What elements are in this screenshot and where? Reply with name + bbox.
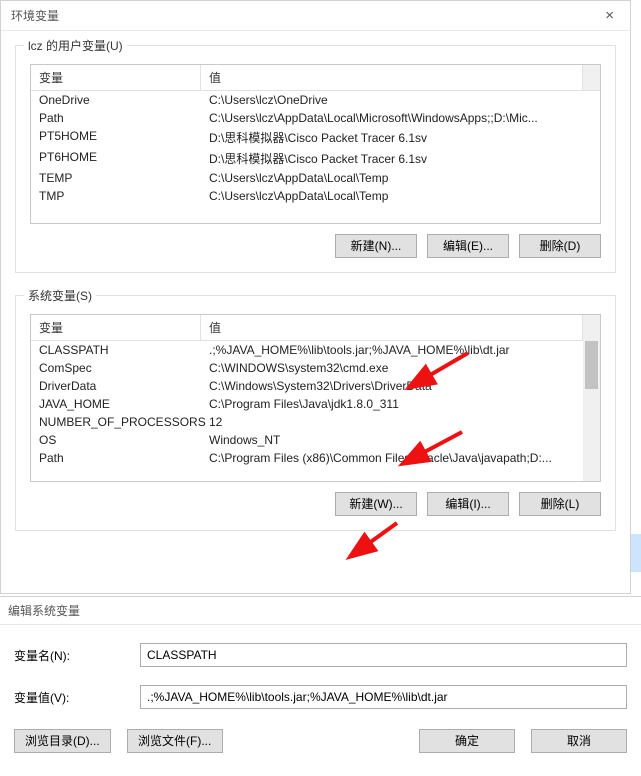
value-label: 变量值(V): (14, 689, 126, 706)
scrollbar-thumb[interactable] (585, 341, 598, 389)
user-group-label: lcz 的用户变量(U) (24, 37, 127, 54)
table-row[interactable]: OneDriveC:\Users\lcz\OneDrive (31, 91, 600, 109)
var-value-cell: C:\Users\lcz\AppData\Local\Temp (209, 171, 592, 185)
sys-vars-group: 系统变量(S) 变量 值 CLASSPATH.;%JAVA_HOME%\lib\… (15, 295, 616, 531)
browse-file-button[interactable]: 浏览文件(F)... (127, 729, 223, 753)
var-name-cell: PT5HOME (39, 129, 209, 146)
var-value-cell: 12 (209, 415, 592, 429)
table-header: 变量 值 (31, 315, 600, 341)
dialog-title: 环境变量 (11, 1, 59, 31)
var-name-input[interactable] (140, 643, 627, 667)
col-header-name[interactable]: 变量 (31, 65, 201, 90)
var-name-cell: Path (39, 451, 209, 465)
var-name-cell: TMP (39, 189, 209, 203)
table-row[interactable]: OSWindows_NT (31, 431, 600, 449)
var-name-cell: PT6HOME (39, 150, 209, 167)
var-value-cell: C:\Windows\System32\Drivers\DriverData (209, 379, 592, 393)
value-row: 变量值(V): (14, 685, 627, 709)
user-vars-group: lcz 的用户变量(U) 变量 值 OneDriveC:\Users\lcz\O… (15, 45, 616, 273)
var-value-cell: C:\WINDOWS\system32\cmd.exe (209, 361, 592, 375)
var-name-cell: OneDrive (39, 93, 209, 107)
name-row: 变量名(N): (14, 643, 627, 667)
user-vars-table[interactable]: 变量 值 OneDriveC:\Users\lcz\OneDrivePathC:… (30, 64, 601, 224)
var-name-cell: CLASSPATH (39, 343, 209, 357)
name-label: 变量名(N): (14, 647, 126, 664)
var-value-cell: .;%JAVA_HOME%\lib\tools.jar;%JAVA_HOME%\… (209, 343, 592, 357)
table-row[interactable]: PathC:\Users\lcz\AppData\Local\Microsoft… (31, 109, 600, 127)
table-row[interactable]: TMPC:\Users\lcz\AppData\Local\Temp (31, 187, 600, 205)
table-row[interactable]: ComSpecC:\WINDOWS\system32\cmd.exe (31, 359, 600, 377)
var-name-cell: TEMP (39, 171, 209, 185)
user-button-row: 新建(N)... 编辑(E)... 删除(D) (30, 234, 601, 258)
var-name-cell: ComSpec (39, 361, 209, 375)
var-value-cell: Windows_NT (209, 433, 592, 447)
sys-group-label: 系统变量(S) (24, 287, 96, 304)
user-new-button[interactable]: 新建(N)... (335, 234, 417, 258)
scroll-gutter (583, 65, 600, 90)
col-header-name[interactable]: 变量 (31, 315, 201, 340)
var-value-cell: C:\Users\lcz\AppData\Local\Microsoft\Win… (209, 111, 592, 125)
ok-button[interactable]: 确定 (419, 729, 515, 753)
sys-button-row: 新建(W)... 编辑(I)... 删除(L) (30, 492, 601, 516)
var-value-cell: D:\思科模拟器\Cisco Packet Tracer 6.1sv (209, 150, 592, 167)
var-name-cell: JAVA_HOME (39, 397, 209, 411)
table-row[interactable]: JAVA_HOMEC:\Program Files\Java\jdk1.8.0_… (31, 395, 600, 413)
table-header: 变量 值 (31, 65, 600, 91)
table-row[interactable]: CLASSPATH.;%JAVA_HOME%\lib\tools.jar;%JA… (31, 341, 600, 359)
dialog2-button-row: 浏览目录(D)... 浏览文件(F)... 确定 取消 (14, 729, 627, 753)
dialog2-title: 编辑系统变量 (0, 597, 641, 625)
col-header-value[interactable]: 值 (201, 315, 583, 340)
table-row[interactable]: PT5HOMED:\思科模拟器\Cisco Packet Tracer 6.1s… (31, 127, 600, 148)
browse-dir-button[interactable]: 浏览目录(D)... (14, 729, 111, 753)
var-value-cell: C:\Users\lcz\OneDrive (209, 93, 592, 107)
var-name-cell: NUMBER_OF_PROCESSORS (39, 415, 209, 429)
table-row[interactable]: DriverDataC:\Windows\System32\Drivers\Dr… (31, 377, 600, 395)
var-value-cell: C:\Program Files (x86)\Common Files\Orac… (209, 451, 592, 465)
sys-vars-body: CLASSPATH.;%JAVA_HOME%\lib\tools.jar;%JA… (31, 341, 600, 467)
user-edit-button[interactable]: 编辑(E)... (427, 234, 509, 258)
user-vars-body: OneDriveC:\Users\lcz\OneDrivePathC:\User… (31, 91, 600, 205)
var-name-cell: DriverData (39, 379, 209, 393)
table-row[interactable]: NUMBER_OF_PROCESSORS12 (31, 413, 600, 431)
var-name-cell: Path (39, 111, 209, 125)
col-header-value[interactable]: 值 (201, 65, 583, 90)
sys-vars-table[interactable]: 变量 值 CLASSPATH.;%JAVA_HOME%\lib\tools.ja… (30, 314, 601, 482)
table-row[interactable]: PT6HOMED:\思科模拟器\Cisco Packet Tracer 6.1s… (31, 148, 600, 169)
var-value-cell: C:\Users\lcz\AppData\Local\Temp (209, 189, 592, 203)
table-row[interactable]: TEMPC:\Users\lcz\AppData\Local\Temp (31, 169, 600, 187)
vertical-scrollbar[interactable] (583, 337, 600, 481)
env-vars-dialog: 环境变量 × lcz 的用户变量(U) 变量 值 OneDriveC:\User… (0, 0, 631, 594)
close-icon[interactable]: × (599, 1, 620, 31)
sys-delete-button[interactable]: 删除(L) (519, 492, 601, 516)
edit-sysvar-dialog: 编辑系统变量 变量名(N): 变量值(V): 浏览目录(D)... 浏览文件(F… (0, 596, 641, 767)
var-value-cell: D:\思科模拟器\Cisco Packet Tracer 6.1sv (209, 129, 592, 146)
sys-edit-button[interactable]: 编辑(I)... (427, 492, 509, 516)
user-delete-button[interactable]: 删除(D) (519, 234, 601, 258)
sys-new-button[interactable]: 新建(W)... (335, 492, 417, 516)
dialog-title-bar: 环境变量 × (1, 1, 630, 31)
var-value-cell: C:\Program Files\Java\jdk1.8.0_311 (209, 397, 592, 411)
var-name-cell: OS (39, 433, 209, 447)
cancel-button[interactable]: 取消 (531, 729, 627, 753)
dialog-body: lcz 的用户变量(U) 变量 值 OneDriveC:\Users\lcz\O… (1, 31, 630, 567)
table-row[interactable]: PathC:\Program Files (x86)\Common Files\… (31, 449, 600, 467)
var-value-input[interactable] (140, 685, 627, 709)
